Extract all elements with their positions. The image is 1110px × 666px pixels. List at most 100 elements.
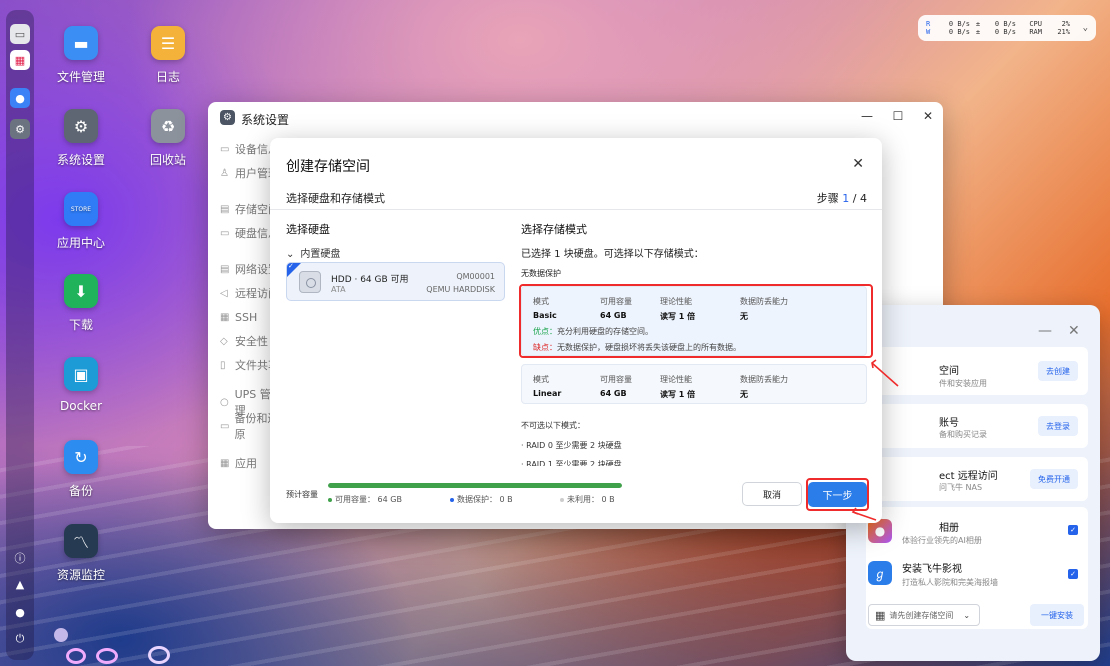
storage-select[interactable]: ▦ 请先创建存储空间 ⌄	[868, 604, 980, 626]
chevron-down-icon[interactable]: ⌄	[1083, 23, 1088, 33]
unavailable-item: · RAID 1 至少需要 2 块硬盘	[521, 460, 622, 466]
info-icon[interactable]: ⓘ	[10, 548, 30, 568]
disk-group-label: 内置硬盘	[300, 249, 341, 260]
desktop-icon-resource-monitor[interactable]: 〽 资源监控	[41, 524, 121, 583]
disk-bus: ATA	[331, 285, 346, 294]
photos-checkbox[interactable]: ✓	[1068, 525, 1078, 535]
decor-bubble	[54, 628, 68, 642]
desktop-icon-label: 文件管理	[56, 70, 105, 84]
close-button[interactable]: ✕	[1068, 323, 1080, 339]
desktop-icon-recycle-bin[interactable]: ♻ 回收站	[128, 109, 208, 168]
unavailable-item: · RAID 0 至少需要 2 块硬盘	[521, 441, 622, 450]
power-icon[interactable]: ⏻	[10, 629, 30, 649]
desktop-icon-app-center[interactable]: STORE 应用中心	[41, 192, 121, 251]
disk-name: HDD · 64 GB 可用	[331, 275, 409, 285]
legend-protected: 数据保护： 0 B	[450, 494, 513, 505]
log-icon: ☰	[151, 26, 185, 60]
storage-grid-icon: ▦	[875, 608, 886, 622]
legend-protected-text: 数据保护： 0 B	[457, 495, 513, 504]
desktop-icon-docker[interactable]: ▣ Docker	[41, 357, 121, 413]
disk-id: QM00001	[456, 272, 495, 281]
shield-icon: ◇	[220, 335, 228, 347]
create-storage-dialog: 创建存储空间 ✕ 选择硬盘和存储模式 步骤 1 / 4 选择硬盘 ⌄ 内置硬盘 ✓…	[270, 138, 882, 523]
mode-protection: 无	[740, 390, 748, 399]
select-disk-title: 选择硬盘	[286, 223, 330, 236]
task-subtitle: 问飞牛 NAS	[939, 483, 983, 492]
close-button[interactable]: ✕	[919, 109, 937, 123]
capacity-label: 预计容量	[286, 490, 318, 499]
window-titlebar[interactable]: ⚙ 系统设置 — ☐ ✕	[208, 102, 943, 132]
desktop-icon-label: 日志	[155, 70, 180, 84]
desktop-icon-backup[interactable]: ↻ 备份	[41, 440, 121, 499]
ram-label: RAM	[1029, 28, 1042, 36]
select-mode-title: 选择存储模式	[521, 223, 587, 236]
video-app-icon: ℊ	[868, 561, 892, 585]
send-icon: ◁	[220, 287, 228, 299]
desktop-icon-file-manager[interactable]: ▬ 文件管理	[41, 26, 121, 85]
user-icon[interactable]: ●	[10, 602, 30, 622]
user-icon: ♙	[220, 167, 229, 179]
disk-group-toggle[interactable]: ⌄ 内置硬盘	[286, 245, 340, 260]
bell-icon[interactable]: ▲	[10, 574, 30, 594]
login-button[interactable]: 去登录	[1038, 416, 1078, 436]
install-all-button[interactable]: 一键安装	[1030, 604, 1084, 626]
terminal-icon: ▦	[220, 311, 230, 323]
minimize-button[interactable]: —	[858, 109, 876, 123]
green-dot-icon	[328, 497, 332, 502]
desktop-icon-label: 回收站	[149, 153, 186, 167]
disk-card[interactable]: ✓ HDD · 64 GB 可用 ATA QM00001 QEMU HARDDI…	[286, 262, 505, 301]
mode-name: Linear	[533, 389, 562, 398]
legend-unused: 未利用： 0 B	[560, 494, 615, 505]
minimize-button[interactable]: —	[1038, 323, 1052, 339]
legend-unused-text: 未利用： 0 B	[567, 495, 615, 504]
desktop-icon-log[interactable]: ☰ 日志	[128, 26, 208, 85]
task-title: ect 远程访问	[939, 471, 998, 482]
device-icon: ▭	[220, 143, 230, 155]
download-icon: ±	[975, 28, 981, 36]
close-icon[interactable]: ✕	[852, 156, 864, 172]
capacity-bar	[328, 483, 622, 488]
check-icon: ✓	[288, 262, 294, 270]
decor-bubble	[66, 648, 86, 664]
write-out-value: 0 B/s	[994, 28, 1016, 36]
cancel-button[interactable]: 取消	[742, 482, 802, 506]
blue-dot-icon	[450, 497, 454, 502]
selected-info: 已选择 1 块硬盘。可选择以下存储模式：	[521, 249, 704, 260]
step-indicator: 步骤 1 / 4	[817, 190, 867, 206]
write-label: W	[926, 28, 931, 36]
desktop-icon-settings[interactable]: ⚙ 系统设置	[41, 109, 121, 168]
apps-grid-icon[interactable]: ▦	[10, 50, 30, 70]
ups-icon: ○	[220, 396, 229, 408]
task-title: 空间	[939, 366, 959, 377]
lightbulb-icon[interactable]: ●	[10, 88, 30, 108]
folder-icon: ▬	[64, 26, 98, 60]
maximize-button[interactable]: ☐	[889, 109, 907, 123]
backup-icon: ↻	[64, 440, 98, 474]
next-highlight-box	[806, 478, 869, 511]
app-title: 安装飞牛影视	[902, 564, 962, 575]
chevron-down-icon: ⌄	[963, 610, 971, 620]
network-icon: ▤	[220, 263, 230, 275]
sidebar-item-label: 应用	[235, 457, 257, 470]
desktop-icon-download[interactable]: ⬇ 下载	[41, 274, 121, 333]
create-button[interactable]: 去创建	[1038, 361, 1078, 381]
decor-bubble	[96, 648, 118, 664]
desktop-icon-label: 应用中心	[56, 236, 105, 250]
video-checkbox[interactable]: ✓	[1068, 569, 1078, 579]
app-subtitle: 体验行业领先的AI相册	[902, 536, 982, 545]
mode-card-linear[interactable]: 模式 可用容量 理论性能 数据防丢能力 Linear 64 GB 读写 1 倍 …	[521, 364, 867, 404]
ram-value: 21%	[1057, 28, 1070, 36]
network-monitor-widget: R 0 B/s ± 0 B/s CPU 2% W 0 B/s ± 0 B/s R…	[918, 15, 1096, 41]
desktop-icon-label: 系统设置	[56, 153, 105, 167]
sidebar-item-label: 安全性	[235, 335, 268, 348]
task-title: 账号	[939, 418, 959, 429]
activate-button[interactable]: 免费开通	[1030, 469, 1078, 489]
step-prefix: 步骤	[816, 192, 843, 205]
settings-icon[interactable]: ⚙	[10, 119, 30, 139]
storage-select-placeholder: 请先创建存储空间	[889, 610, 954, 620]
legend-available-text: 可用容量： 64 GB	[335, 495, 402, 504]
gear-icon: ⚙	[220, 110, 235, 125]
store-icon: STORE	[64, 192, 98, 226]
monitor-icon[interactable]: ▭	[10, 24, 30, 44]
sidebar-item-label: SSH	[235, 310, 258, 324]
